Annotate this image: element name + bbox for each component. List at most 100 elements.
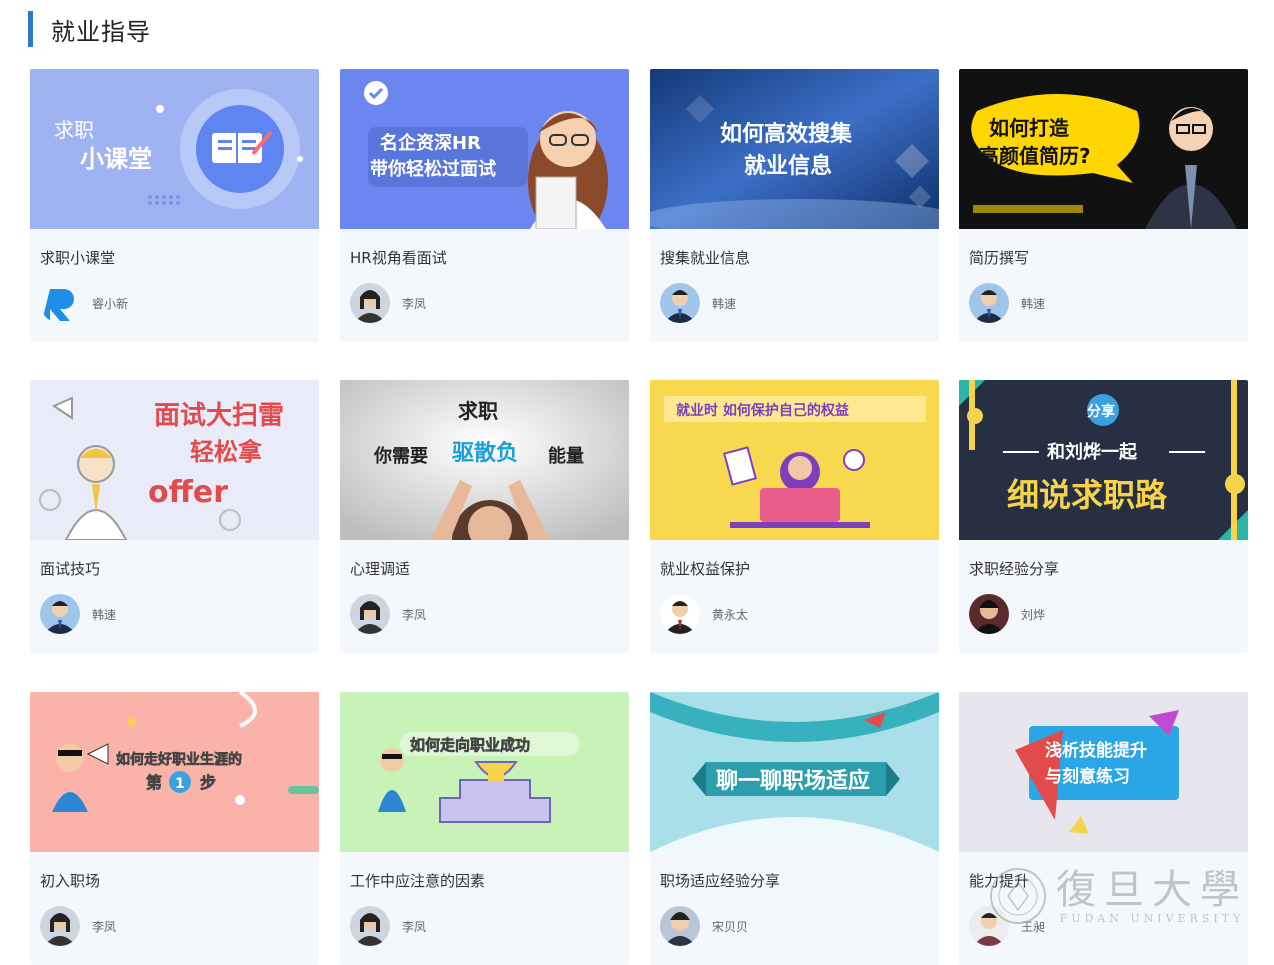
- thumb-text: 如何走向职业成功: [410, 736, 530, 754]
- thumb-text: 步: [200, 773, 216, 792]
- course-title[interactable]: HR视角看面试: [350, 247, 447, 268]
- course-title[interactable]: 面试技巧: [40, 558, 100, 579]
- fudan-watermark: 復旦大學 FUDAN UNIVERSITY: [988, 866, 1248, 926]
- author-name: 刘烨: [1021, 607, 1046, 622]
- author-avatar: [350, 283, 390, 323]
- section-accent-bar: [28, 11, 33, 47]
- course-author: 黄永太: [660, 594, 748, 634]
- course-thumbnail[interactable]: 浅析技能提升 与刻意练习: [959, 692, 1248, 852]
- course-title[interactable]: 求职经验分享: [969, 558, 1059, 579]
- thumb-text: 分享: [1087, 403, 1115, 420]
- course-thumbnail[interactable]: 名企资深HR 带你轻松过面试: [340, 69, 629, 229]
- author-name: 黄永太: [712, 607, 749, 622]
- course-card[interactable]: 面试大扫雷 轻松拿 offer 面试技巧 韩速: [30, 380, 319, 653]
- section-header: 就业指导: [28, 10, 151, 48]
- author-name: 睿小新: [92, 296, 129, 311]
- course-title[interactable]: 就业权益保护: [660, 558, 750, 579]
- course-author: 李凤: [40, 906, 116, 946]
- course-author: 刘烨: [969, 594, 1045, 634]
- thumb-text: 细说求职路: [1007, 476, 1168, 514]
- course-title[interactable]: 心理调适: [350, 558, 410, 579]
- course-card[interactable]: 聊一聊职场适应 职场适应经验分享 宋贝贝: [650, 692, 939, 965]
- thumb-text: 聊一聊职场适应: [716, 768, 870, 794]
- author-name: 韩速: [92, 607, 117, 622]
- thumb-text: 1: [175, 776, 185, 792]
- course-card[interactable]: 如何打造 高颜值简历? 简历撰写 韩速: [959, 69, 1248, 342]
- thumb-text: 求职: [54, 118, 94, 142]
- course-thumbnail[interactable]: 如何打造 高颜值简历?: [959, 69, 1248, 229]
- course-author: 宋贝贝: [660, 906, 748, 946]
- thumb-text: 高颜值简历?: [979, 144, 1091, 168]
- course-author: 李凤: [350, 283, 426, 323]
- author-avatar: [40, 594, 80, 634]
- author-name: 李凤: [92, 919, 117, 934]
- watermark-en: FUDAN UNIVERSITY: [1059, 911, 1245, 925]
- author-avatar: [660, 594, 700, 634]
- course-author: 韩速: [40, 594, 116, 634]
- course-author: 韩速: [969, 283, 1045, 323]
- course-title[interactable]: 工作中应注意的因素: [350, 870, 485, 891]
- thumb-text: 就业信息: [744, 153, 832, 179]
- thumb-text: 如何高效搜集: [720, 121, 853, 147]
- course-card[interactable]: 如何走向职业成功 工作中应注意的因素 李凤: [340, 692, 629, 965]
- thumb-text: 如何走好职业生涯的: [116, 751, 242, 768]
- course-card[interactable]: 就业时 如何保护自己的权益 就业权益保护 黄永太: [650, 380, 939, 653]
- author-avatar: [40, 283, 80, 323]
- author-name: 李凤: [402, 607, 427, 622]
- course-author: 李凤: [350, 594, 426, 634]
- course-title[interactable]: 简历撰写: [969, 247, 1029, 268]
- thumb-text: 如何打造: [989, 116, 1070, 140]
- course-card[interactable]: 如何走好职业生涯的 第 1 步 初入职场 李凤: [30, 692, 319, 965]
- author-avatar: [660, 283, 700, 323]
- author-name: 韩速: [1021, 296, 1046, 311]
- author-name: 李凤: [402, 296, 427, 311]
- thumb-text: 面试大扫雷: [154, 401, 284, 431]
- course-title[interactable]: 搜集就业信息: [660, 247, 750, 268]
- thumb-text: 带你轻松过面试: [370, 158, 496, 180]
- author-name: 宋贝贝: [712, 919, 749, 934]
- author-avatar: [40, 906, 80, 946]
- course-thumbnail[interactable]: 面试大扫雷 轻松拿 offer: [30, 380, 319, 540]
- author-avatar: [660, 906, 700, 946]
- author-name: 李凤: [402, 919, 427, 934]
- thumb-text: 能量: [548, 445, 584, 467]
- page-title: 就业指导: [51, 17, 151, 46]
- course-thumbnail[interactable]: 如何高效搜集 就业信息: [650, 69, 939, 229]
- course-card[interactable]: 如何高效搜集 就业信息 搜集就业信息 韩速: [650, 69, 939, 342]
- author-avatar: [969, 594, 1009, 634]
- thumb-text: 求职: [458, 399, 498, 423]
- thumb-text: 名企资深HR: [380, 132, 481, 154]
- course-author: 睿小新: [40, 283, 128, 323]
- course-author: 李凤: [350, 906, 426, 946]
- course-card[interactable]: 求职 你需要 驱散负 能量 心理调适 李凤: [340, 380, 629, 653]
- thumb-text: 你需要: [373, 445, 428, 467]
- thumb-text: 浅析技能提升: [1045, 740, 1147, 761]
- thumb-text: 与刻意练习: [1045, 766, 1130, 787]
- thumb-text: 驱散负: [452, 441, 518, 466]
- course-thumbnail[interactable]: 就业时 如何保护自己的权益: [650, 380, 939, 540]
- university-seal-icon: [990, 868, 1046, 924]
- course-thumbnail[interactable]: 如何走好职业生涯的 第 1 步: [30, 692, 319, 852]
- author-avatar: [350, 906, 390, 946]
- course-author: 韩速: [660, 283, 736, 323]
- author-avatar: [969, 283, 1009, 323]
- course-thumbnail[interactable]: 分享 和刘烨一起 细说求职路: [959, 380, 1248, 540]
- thumb-text: offer: [148, 475, 228, 510]
- course-title[interactable]: 求职小课堂: [40, 247, 115, 268]
- course-thumbnail[interactable]: 聊一聊职场适应: [650, 692, 939, 852]
- course-title[interactable]: 职场适应经验分享: [660, 870, 780, 891]
- course-thumbnail[interactable]: 求职 你需要 驱散负 能量: [340, 380, 629, 540]
- course-thumbnail[interactable]: 求职 小课堂: [30, 69, 319, 229]
- course-card[interactable]: 求职 小课堂 求职小课堂 睿小新: [30, 69, 319, 342]
- course-title[interactable]: 初入职场: [40, 870, 100, 891]
- course-thumbnail[interactable]: 如何走向职业成功: [340, 692, 629, 852]
- watermark-cn: 復旦大學: [1056, 866, 1248, 913]
- author-avatar: [350, 594, 390, 634]
- thumb-text: 和刘烨一起: [1047, 441, 1138, 463]
- thumb-text: 就业时 如何保护自己的权益: [676, 402, 849, 419]
- thumb-text: 小课堂: [80, 145, 152, 173]
- author-name: 韩速: [712, 296, 737, 311]
- course-card[interactable]: 名企资深HR 带你轻松过面试 HR视角看面试 李凤: [340, 69, 629, 342]
- thumb-text: 第: [146, 773, 162, 792]
- course-card[interactable]: 分享 和刘烨一起 细说求职路 求职经验分享 刘烨: [959, 380, 1248, 653]
